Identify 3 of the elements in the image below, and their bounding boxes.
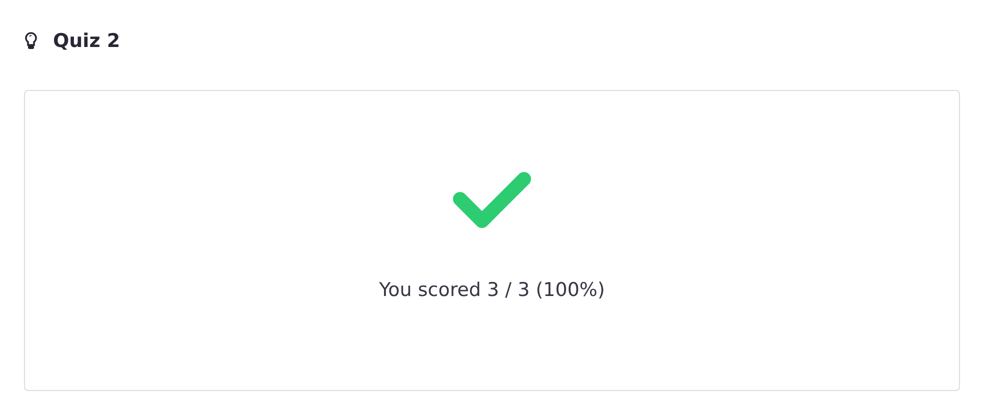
score-text: You scored 3 / 3 (100%) bbox=[379, 279, 605, 301]
quiz-title: Quiz 2 bbox=[53, 30, 120, 52]
lightbulb-icon bbox=[25, 32, 37, 50]
